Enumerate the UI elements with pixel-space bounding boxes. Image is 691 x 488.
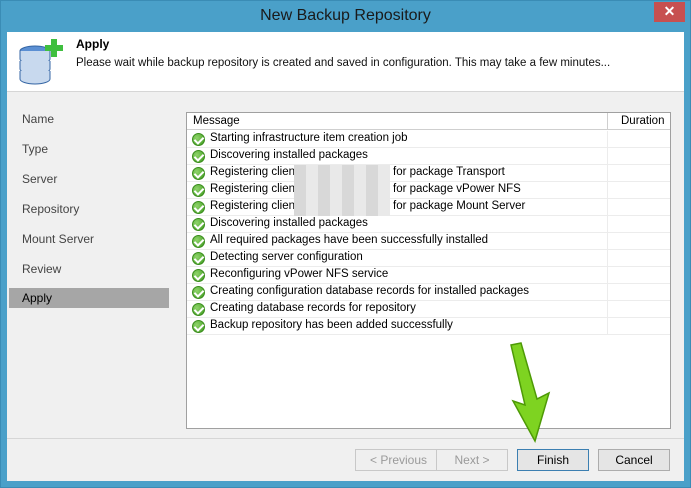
success-check-icon [192, 303, 205, 316]
nav-step-apply[interactable]: Apply [9, 288, 169, 308]
log-row[interactable]: Discovering installed packages [187, 216, 670, 233]
title-bar[interactable]: New Backup Repository ✕ [1, 1, 690, 32]
cancel-button[interactable]: Cancel [598, 449, 670, 471]
finish-button[interactable]: Finish [517, 449, 589, 471]
log-message-suffix: for package Transport [393, 166, 505, 178]
log-message: Discovering installed packages [210, 217, 368, 229]
step-description: Please wait while backup repository is c… [76, 57, 611, 69]
window-title: New Backup Repository [260, 7, 431, 24]
nav-step-type[interactable]: Type [9, 139, 169, 159]
redacted-hostname [294, 199, 390, 216]
log-message: Discovering installed packages [210, 149, 368, 161]
column-divider [607, 165, 608, 182]
redacted-hostname [294, 165, 390, 182]
step-title: Apply [76, 37, 110, 51]
column-divider [607, 216, 608, 233]
nav-step-name[interactable]: Name [9, 109, 169, 129]
wizard-steps-nav: Name Type Server Repository Mount Server Revi… [7, 93, 175, 438]
redacted-hostname [294, 182, 390, 199]
close-button[interactable]: ✕ [654, 2, 685, 22]
success-check-icon [192, 286, 205, 299]
log-message: Registering client [210, 200, 299, 212]
success-check-icon [192, 235, 205, 248]
log-message: Registering client [210, 183, 299, 195]
log-row[interactable]: Reconfiguring vPower NFS service [187, 267, 670, 284]
log-grid-header: Message Duration [187, 113, 670, 130]
log-row[interactable]: Registering client for package Mount Serv… [187, 199, 670, 216]
column-divider [607, 301, 608, 318]
nav-step-server[interactable]: Server [9, 169, 169, 189]
column-divider [607, 284, 608, 301]
log-message-suffix: for package Mount Server [393, 200, 526, 212]
success-check-icon [192, 252, 205, 265]
log-message: Backup repository has been added success… [210, 319, 453, 331]
column-divider [607, 318, 608, 335]
log-grid[interactable]: Message Duration Starting infrastructure… [186, 112, 671, 429]
previous-button[interactable]: < Previous [355, 449, 442, 471]
wizard-header: Apply Please wait while backup repositor… [7, 32, 684, 92]
wizard-footer: < Previous Next > Finish Cancel [7, 438, 684, 481]
success-check-icon [192, 184, 205, 197]
column-divider[interactable] [607, 113, 608, 130]
log-row[interactable]: Creating configuration database records … [187, 284, 670, 301]
nav-step-review[interactable]: Review [9, 259, 169, 279]
column-message[interactable]: Message [193, 115, 240, 127]
log-row[interactable]: Backup repository has been added success… [187, 318, 670, 335]
log-message: Reconfiguring vPower NFS service [210, 268, 389, 280]
log-row[interactable]: All required packages have been successf… [187, 233, 670, 250]
close-icon: ✕ [663, 3, 676, 19]
column-divider [607, 250, 608, 267]
column-duration[interactable]: Duration [621, 115, 664, 127]
log-message: Creating configuration database records … [210, 285, 529, 297]
log-row[interactable]: Discovering installed packages [187, 148, 670, 165]
success-check-icon [192, 218, 205, 231]
log-message: Starting infrastructure item creation jo… [210, 132, 408, 144]
column-divider [607, 267, 608, 284]
log-message: Registering client [210, 166, 299, 178]
database-add-icon [19, 39, 63, 85]
log-message: Creating database records for repository [210, 302, 416, 314]
success-check-icon [192, 133, 205, 146]
nav-step-repository[interactable]: Repository [9, 199, 169, 219]
column-divider [607, 199, 608, 216]
success-check-icon [192, 201, 205, 214]
log-row[interactable]: Creating database records for repository [187, 301, 670, 318]
success-check-icon [192, 269, 205, 282]
green-arrow-icon [510, 342, 551, 443]
nav-step-mount-server[interactable]: Mount Server [9, 229, 169, 249]
success-check-icon [192, 150, 205, 163]
log-row[interactable]: Registering client for package vPower NFS [187, 182, 670, 199]
log-message: All required packages have been successf… [210, 234, 489, 246]
log-row[interactable]: Registering client for package Transport [187, 165, 670, 182]
log-row[interactable]: Starting infrastructure item creation jo… [187, 131, 670, 148]
wizard-window: New Backup Repository ✕ Apply Please wai… [0, 0, 691, 488]
column-divider [607, 182, 608, 199]
next-button[interactable]: Next > [436, 449, 508, 471]
column-divider [607, 148, 608, 165]
column-divider [607, 233, 608, 250]
wizard-body: Apply Please wait while backup repositor… [7, 32, 684, 481]
success-check-icon [192, 320, 205, 333]
log-message-suffix: for package vPower NFS [393, 183, 521, 195]
log-message: Detecting server configuration [210, 251, 363, 263]
log-row[interactable]: Detecting server configuration [187, 250, 670, 267]
column-divider [607, 131, 608, 148]
success-check-icon [192, 167, 205, 180]
